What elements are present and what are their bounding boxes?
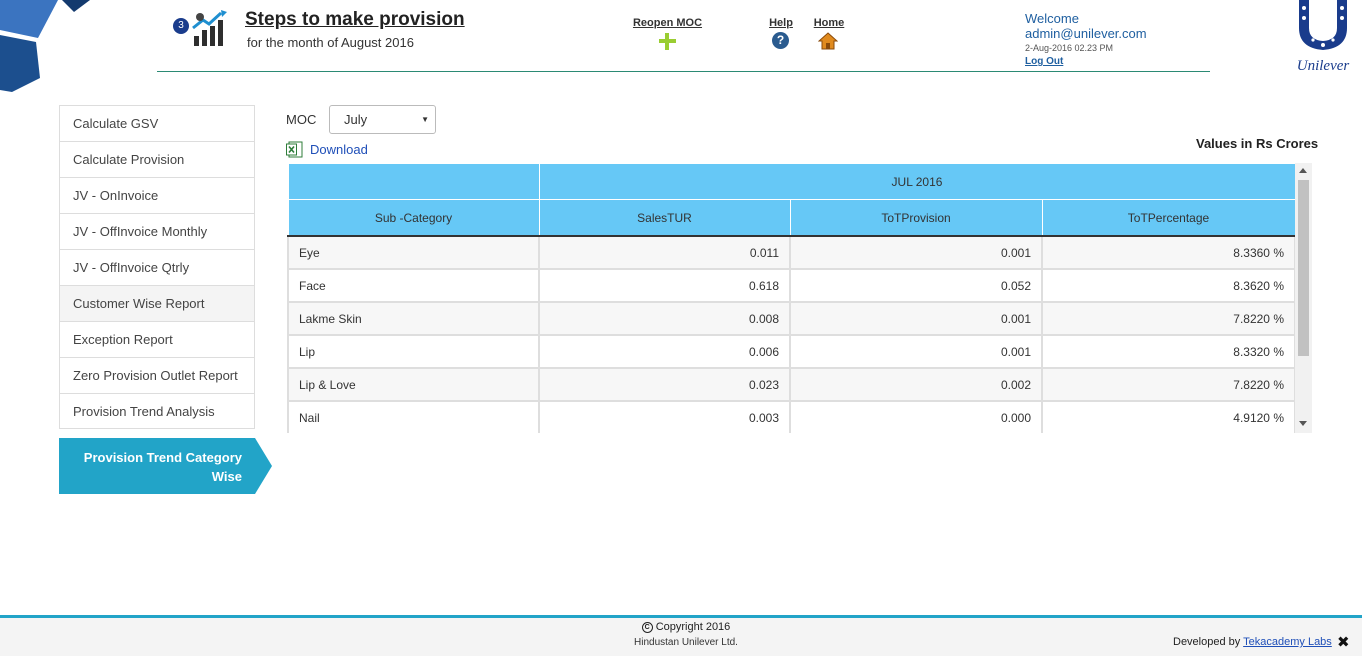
home-icon[interactable] [818, 31, 838, 51]
developed-by: Developed by Tekacademy Labs [1173, 636, 1332, 648]
sidebar-item-jv-offinvoice-monthly[interactable]: JV - OffInvoice Monthly [59, 213, 255, 249]
sidebar-item-provision-trend-analysis[interactable]: Provision Trend Analysis [59, 393, 255, 429]
plus-icon[interactable] [656, 30, 678, 52]
moc-label: MOC [286, 112, 317, 127]
cell-sales-tur: 0.006 [538, 334, 791, 369]
scroll-down-arrow-icon[interactable] [1299, 421, 1307, 426]
chart-growth-icon [192, 10, 227, 46]
developer-link[interactable]: Tekacademy Labs [1243, 636, 1332, 648]
cell-sub-category: Eye [287, 235, 540, 270]
home-link[interactable]: Home [812, 17, 846, 29]
sidebar-item-exception-report[interactable]: Exception Report [59, 321, 255, 357]
user-email: admin@unilever.com [1025, 26, 1147, 41]
cell-sales-tur: 0.011 [538, 235, 791, 270]
cell-sub-category: Lakme Skin [287, 301, 540, 336]
download-link[interactable]: Download [310, 142, 368, 157]
scrollbar-thumb[interactable] [1298, 180, 1309, 356]
table-row: Lip 0.006 0.001 8.3320 % [287, 334, 1296, 369]
cell-tot-provision: 0.001 [789, 301, 1043, 336]
sidebar-item-provision-trend-category-wise[interactable]: Provision Trend Category Wise [59, 438, 255, 494]
logout-link[interactable]: Log Out [1025, 56, 1147, 67]
column-header-sub-category[interactable]: Sub -Category [287, 199, 540, 237]
column-header-sales-tur[interactable]: SalesTUR [538, 199, 791, 237]
cell-sub-category: Lip & Love [287, 367, 540, 402]
moc-selected-value: July [344, 112, 368, 127]
page-subtitle: for the month of August 2016 [247, 35, 414, 50]
step-number-badge: 3 [173, 18, 189, 34]
cell-tot-percentage: 8.3320 % [1041, 334, 1296, 369]
sidebar-item-jv-oninvoice[interactable]: JV - OnInvoice [59, 177, 255, 213]
cell-tot-percentage: 4.9120 % [1041, 400, 1296, 433]
table-row: Eye 0.011 0.001 8.3360 % [287, 235, 1296, 270]
cell-sub-category: Face [287, 268, 540, 303]
sidebar: Calculate GSV Calculate Provision JV - O… [59, 105, 255, 429]
help-link[interactable]: Help [764, 17, 798, 29]
reopen-moc-link[interactable]: Reopen MOC [630, 17, 705, 29]
cell-sales-tur: 0.003 [538, 400, 791, 433]
cell-sales-tur: 0.618 [538, 268, 791, 303]
user-info: Welcome admin@unilever.com 2-Aug-2016 02… [1025, 11, 1147, 67]
cell-tot-provision: 0.001 [789, 235, 1043, 270]
table-header-period: JUL 2016 [538, 163, 1296, 200]
cell-tot-percentage: 8.3620 % [1041, 268, 1296, 303]
cell-tot-percentage: 7.8220 % [1041, 301, 1296, 336]
cell-sub-category: Nail [287, 400, 540, 433]
moc-select[interactable]: July ▼ [329, 105, 436, 134]
cell-sales-tur: 0.008 [538, 301, 791, 336]
column-header-tot-provision[interactable]: ToTProvision [789, 199, 1043, 237]
cell-tot-provision: 0.000 [789, 400, 1043, 433]
cell-tot-provision: 0.052 [789, 268, 1043, 303]
close-icon[interactable]: ✖ [1337, 633, 1350, 651]
excel-icon[interactable] [286, 141, 303, 158]
table-row: Lip & Love 0.023 0.002 7.8220 % [287, 367, 1296, 402]
cell-tot-provision: 0.002 [789, 367, 1043, 402]
table-row: Face 0.618 0.052 8.3620 % [287, 268, 1296, 303]
sidebar-item-calculate-provision[interactable]: Calculate Provision [59, 141, 255, 177]
table-header-empty [287, 163, 540, 200]
active-item-pointer [255, 438, 272, 494]
header-divider [157, 71, 1210, 72]
welcome-label: Welcome [1025, 11, 1079, 26]
cell-tot-provision: 0.001 [789, 334, 1043, 369]
corner-decoration [0, 0, 90, 92]
column-header-tot-percentage[interactable]: ToTPercentage [1041, 199, 1296, 237]
scroll-up-arrow-icon[interactable] [1299, 168, 1307, 173]
report-table: JUL 2016 Sub -Category SalesTUR ToTProvi… [287, 163, 1296, 433]
copyright-icon: C [641, 621, 653, 633]
sidebar-item-zero-provision-outlet-report[interactable]: Zero Provision Outlet Report [59, 357, 255, 393]
values-unit-note: Values in Rs Crores [1196, 136, 1319, 151]
cell-sub-category: Lip [287, 334, 540, 369]
report-table-container[interactable]: JUL 2016 Sub -Category SalesTUR ToTProvi… [287, 163, 1312, 433]
brand-name: Unilever [1297, 58, 1350, 74]
cell-sales-tur: 0.023 [538, 367, 791, 402]
developed-by-label: Developed by [1173, 636, 1241, 648]
page-title: Steps to make provision [245, 9, 465, 30]
copyright-label: Copyright 2016 [655, 621, 731, 633]
login-time: 2-Aug-2016 02.23 PM [1025, 43, 1114, 53]
copyright-text: C Copyright 2016 [0, 621, 1362, 633]
company-name: Hindustan Unilever Ltd. [634, 637, 738, 648]
table-row: Nail 0.003 0.000 4.9120 % [287, 400, 1296, 433]
chevron-down-icon: ▼ [421, 115, 429, 124]
cell-tot-percentage: 8.3360 % [1041, 235, 1296, 270]
sidebar-item-customer-wise-report[interactable]: Customer Wise Report [59, 285, 255, 321]
sidebar-item-calculate-gsv[interactable]: Calculate GSV [59, 105, 255, 141]
unilever-logo: Unilever [1297, 0, 1350, 74]
question-icon[interactable]: ? [772, 32, 789, 49]
cell-tot-percentage: 7.8220 % [1041, 367, 1296, 402]
sidebar-item-jv-offinvoice-qtrly[interactable]: JV - OffInvoice Qtrly [59, 249, 255, 285]
table-row: Lakme Skin 0.008 0.001 7.8220 % [287, 301, 1296, 336]
